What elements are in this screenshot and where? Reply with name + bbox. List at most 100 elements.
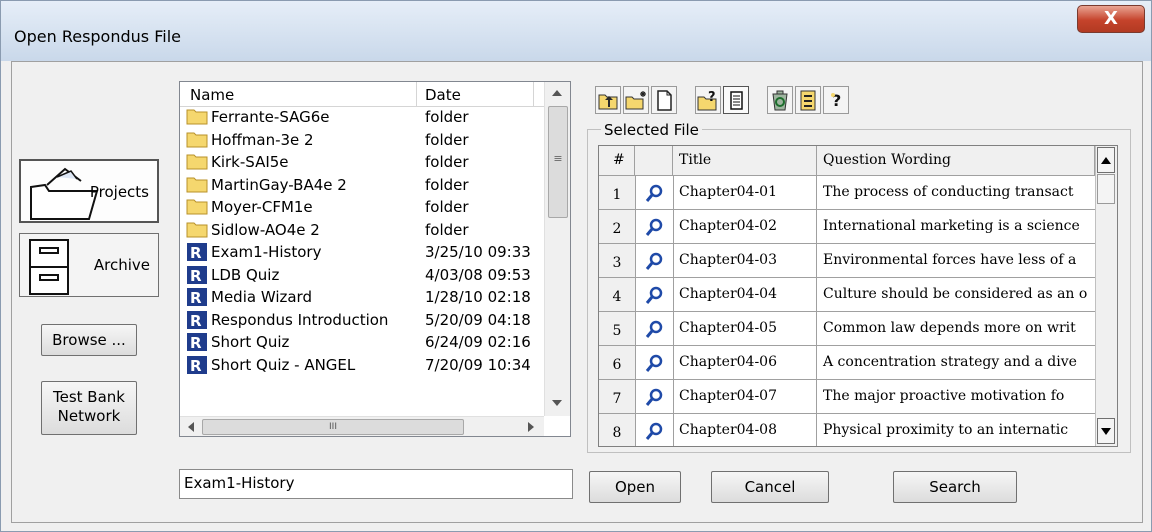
questions-grid[interactable]: # Title Question Wording 1 Chapter04-01 Th… (598, 145, 1118, 447)
new-file-button[interactable] (651, 86, 677, 114)
magnifier-icon[interactable] (645, 422, 663, 442)
svg-text:R: R (190, 244, 202, 262)
title-bar: Open Respondus File X (1, 1, 1151, 61)
details-view-button[interactable] (723, 86, 749, 114)
network-label: Network (57, 407, 121, 425)
recycle-button[interactable] (767, 86, 793, 114)
magnifier-icon[interactable] (645, 184, 663, 204)
grid-scroll-thumb[interactable] (1097, 174, 1115, 204)
list-item[interactable]: Sidlow-AO4e 2 folder (180, 219, 544, 242)
grid-scroll-up-button[interactable] (1097, 147, 1115, 173)
list-item[interactable]: R Respondus Introduction 5/20/09 04:18 (180, 309, 544, 332)
file-list-rows: Ferrante-SAG6e folder Hoffman-3e 2 folder … (180, 106, 544, 376)
svg-text:R: R (190, 334, 202, 352)
list-item[interactable]: Hoffman-3e 2 folder (180, 129, 544, 152)
archive-button[interactable]: Archive (19, 233, 159, 297)
file-list[interactable]: Name Date Ferrante-SAG6e folder Hoffman-3… (179, 81, 571, 437)
window-title: Open Respondus File (14, 27, 181, 46)
folder-help-button[interactable]: ? (695, 86, 721, 114)
column-header-question-wording: Question Wording (817, 146, 1095, 176)
respondus-file-icon: R (187, 243, 207, 262)
list-item[interactable]: R LDB Quiz 4/03/08 09:53 (180, 264, 544, 287)
close-button[interactable]: X (1077, 5, 1145, 33)
file-list-horizontal-scrollbar[interactable]: III (180, 416, 544, 436)
open-respondus-file-dialog: Open Respondus File X Projects Archive B… (0, 0, 1152, 532)
open-button[interactable]: Open (589, 471, 681, 503)
column-header-date[interactable]: Date (425, 86, 461, 104)
list-item[interactable]: Ferrante-SAG6e folder (180, 106, 544, 129)
table-row[interactable]: 8 Chapter04-08 Physical proximity to an in… (599, 414, 1095, 446)
respondus-file-icon: R (187, 288, 207, 307)
svg-text:R: R (190, 312, 202, 330)
new-file-icon (657, 90, 672, 111)
magnifier-icon[interactable] (645, 388, 663, 408)
scroll-right-arrow-icon[interactable] (528, 422, 534, 432)
svg-text:?: ? (708, 90, 716, 105)
file-name-input[interactable]: Exam1-History (179, 469, 573, 499)
questions-grid-scrollbar[interactable] (1095, 146, 1117, 446)
down-arrow-icon (1101, 428, 1111, 435)
file-list-vertical-scrollbar[interactable]: ≡ (544, 82, 570, 416)
list-item[interactable]: R Media Wizard 1/28/10 02:18 (180, 286, 544, 309)
list-item[interactable]: MartinGay-BA4e 2 folder (180, 174, 544, 197)
list-item[interactable]: R Short Quiz - ANGEL 7/20/09 10:34 (180, 354, 544, 377)
respondus-file-icon: R (187, 333, 207, 352)
table-row[interactable]: 4 Chapter04-04 Culture should be considere… (599, 278, 1095, 312)
list-item[interactable]: Kirk-SAI5e folder (180, 151, 544, 174)
file-list-header: Name Date (180, 82, 544, 107)
table-row[interactable]: 6 Chapter04-06 A concentration strategy an… (599, 346, 1095, 380)
svg-text:R: R (190, 289, 202, 307)
projects-button[interactable]: Projects (19, 159, 159, 223)
list-item[interactable]: R Exam1-History 3/25/10 09:33 (180, 241, 544, 264)
selected-file-label: Selected File (601, 121, 702, 139)
search-button[interactable]: Search (893, 471, 1017, 503)
folder-icon (186, 177, 208, 192)
folder-help-icon: ? (697, 90, 717, 111)
cancel-button[interactable]: Cancel (711, 471, 829, 503)
column-header-title: Title (673, 146, 817, 176)
folder-icon (186, 154, 208, 170)
parent-folder-button[interactable] (595, 86, 621, 114)
scroll-down-arrow-icon[interactable] (552, 400, 562, 406)
archive-label: Archive (93, 256, 150, 274)
respondus-file-icon: R (187, 310, 207, 330)
list-item[interactable]: Moyer-CFM1e folder (180, 196, 544, 219)
table-row[interactable]: 2 Chapter04-02 International marketing is … (599, 210, 1095, 244)
magnifier-icon[interactable] (645, 354, 663, 374)
folder-icon (186, 109, 208, 125)
folder-icon (186, 132, 208, 147)
new-folder-icon (625, 91, 646, 110)
list-item[interactable]: R Short Quiz 6/24/09 02:16 (180, 331, 544, 354)
table-row[interactable]: 5 Chapter04-05 Common law depends more on … (599, 312, 1095, 346)
details-view-icon (730, 91, 743, 110)
projects-label: Projects (89, 183, 149, 201)
parent-folder-icon (598, 94, 618, 110)
help-button[interactable]: ? (823, 86, 849, 114)
magnifier-icon[interactable] (645, 252, 663, 272)
respondus-file-icon: R (187, 265, 207, 285)
table-row[interactable]: 3 Chapter04-03 Environmental forces have l… (599, 244, 1095, 278)
table-row[interactable]: 1 Chapter04-01 The process of conducting t… (599, 176, 1095, 210)
help-icon: ? (831, 91, 841, 110)
folder-icon (186, 199, 208, 215)
magnifier-icon[interactable] (645, 218, 663, 238)
test-bank-network-button[interactable]: Test Bank Network (41, 381, 137, 435)
scroll-up-arrow-icon[interactable] (552, 90, 562, 96)
column-header-name[interactable]: Name (190, 86, 234, 104)
column-header-number: # (599, 146, 635, 176)
table-row[interactable]: 7 Chapter04-07 The major proactive motivat… (599, 380, 1095, 414)
magnifier-icon[interactable] (645, 320, 663, 340)
properties-button[interactable] (795, 86, 821, 114)
new-folder-button[interactable] (623, 86, 649, 114)
folder-icon (186, 222, 208, 237)
scroll-thumb[interactable]: ≡ (548, 106, 568, 218)
up-arrow-icon (1101, 157, 1111, 164)
respondus-file-icon: R (187, 355, 207, 375)
scroll-left-arrow-icon[interactable] (188, 422, 194, 432)
file-cabinet-icon (29, 239, 69, 295)
horizontal-scroll-thumb[interactable]: III (202, 419, 464, 435)
magnifier-icon[interactable] (645, 286, 663, 306)
svg-text:R: R (190, 267, 202, 285)
grid-scroll-down-button[interactable] (1097, 418, 1115, 444)
browse-button[interactable]: Browse ... (41, 324, 137, 356)
